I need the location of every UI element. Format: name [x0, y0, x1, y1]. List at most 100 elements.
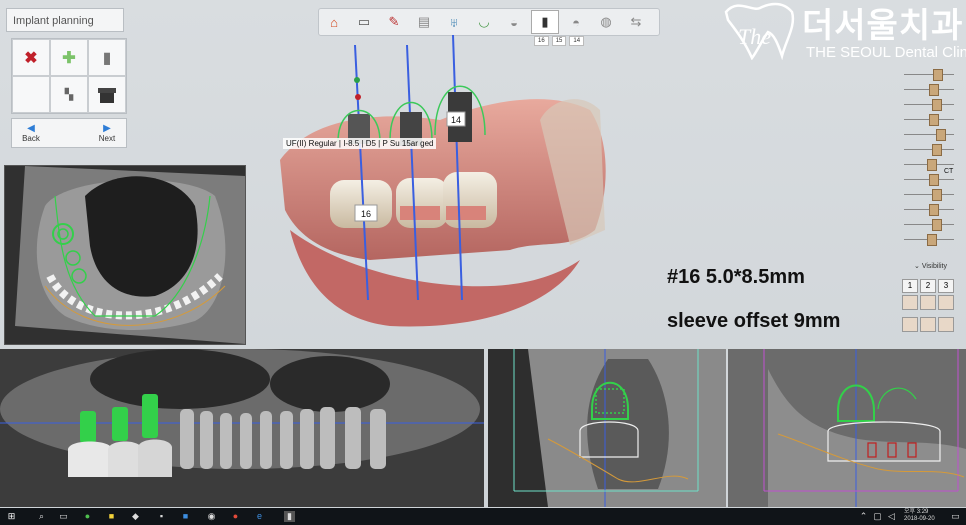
- layout-2-button[interactable]: 2: [920, 279, 936, 293]
- back-label: Back: [22, 133, 40, 143]
- axial-ct-view[interactable]: [4, 165, 246, 345]
- axial-ct-image: [15, 166, 245, 344]
- sleeve-14: [446, 206, 486, 220]
- slider-knob[interactable]: [927, 159, 937, 171]
- sleeve-tool-button[interactable]: [88, 76, 126, 113]
- empty-tool-cell: [12, 76, 50, 113]
- chrome-icon[interactable]: ●: [230, 511, 241, 522]
- layout-grid-icon[interactable]: [920, 295, 936, 310]
- cross-section-view-2[interactable]: [728, 349, 966, 507]
- visibility-label: ⌄ Visibility: [914, 262, 947, 270]
- implant-number-16: 16: [361, 209, 371, 219]
- slider-knob[interactable]: [931, 189, 942, 201]
- next-button[interactable]: ▶ Next: [88, 119, 126, 147]
- layout-1-button[interactable]: 1: [902, 279, 918, 293]
- slider-track: [904, 149, 954, 150]
- tooth-logo-icon: The: [724, 2, 795, 60]
- slider-track: [904, 134, 954, 135]
- back-button[interactable]: ◀ Back: [12, 119, 50, 147]
- cross-section-view-1[interactable]: [488, 349, 726, 507]
- slider-knob[interactable]: [931, 219, 942, 231]
- app-icon[interactable]: ◆: [130, 511, 141, 522]
- slider-track: [904, 224, 954, 225]
- slider-knob[interactable]: [931, 99, 942, 111]
- kakaotalk-icon[interactable]: ■: [106, 511, 117, 522]
- visibility-slider[interactable]: [898, 233, 960, 246]
- layout-grid-icon[interactable]: [902, 317, 918, 332]
- edge-icon[interactable]: e: [254, 511, 265, 522]
- system-tray-icon[interactable]: ⌃: [858, 511, 869, 522]
- windows-taskbar: ⊞ ⌕ ▭ ● ■ ◆ ▪ ■ ◉ ● e ▮ ⌃ ▢ ◁ 오후 3:29 20…: [0, 508, 966, 525]
- abutment-tool-button[interactable]: ▚: [50, 76, 88, 113]
- chevron-down-icon: ⌄: [914, 263, 920, 270]
- visibility-slider[interactable]: [898, 218, 960, 231]
- active-app-icon[interactable]: ▮: [284, 511, 295, 522]
- annotation-implant-size: #16 5.0*8.5mm: [667, 266, 805, 288]
- visibility-slider[interactable]: [898, 188, 960, 201]
- taskbar-clock[interactable]: 오후 3:29 2018-09-20: [904, 509, 935, 523]
- delete-button[interactable]: ✖: [12, 39, 50, 76]
- cross-section-image-1: [513, 349, 726, 507]
- sleeve-icon: [98, 87, 116, 103]
- visibility-slider[interactable]: [898, 83, 960, 96]
- annotation-sleeve-offset: sleeve offset 9mm: [667, 310, 841, 332]
- app-icon[interactable]: ▪: [156, 511, 167, 522]
- tool-grid: ✖ ✚ ▮ ▚: [11, 38, 127, 114]
- slider-knob[interactable]: [929, 114, 940, 126]
- crown-15: [396, 178, 448, 228]
- slider-knob[interactable]: [936, 129, 947, 141]
- taskbar-time: 오후 3:29: [904, 509, 929, 515]
- slider-knob[interactable]: [929, 84, 940, 96]
- slider-knob[interactable]: [931, 144, 942, 156]
- slider-knob[interactable]: [929, 174, 940, 186]
- slider-track: [904, 194, 954, 195]
- layout-grid-icon[interactable]: [938, 295, 954, 310]
- slider-knob[interactable]: [929, 204, 940, 216]
- clinic-logo: The 더서울치과 THE SEOUL Dental Clinic: [720, 0, 966, 64]
- next-label: Next: [98, 133, 116, 143]
- implant-planning-app: Implant planning ✖ ✚ ▮ ▚ ◀ Back ▶ Next ⌂…: [0, 0, 966, 508]
- visibility-text: Visibility: [921, 263, 947, 270]
- notification-icon[interactable]: ▭: [950, 511, 961, 522]
- task-view-icon[interactable]: ▭: [58, 511, 69, 522]
- windows-start-icon[interactable]: ⊞: [6, 511, 17, 522]
- axis-handle[interactable]: [355, 94, 361, 100]
- sleeve-15: [400, 206, 440, 220]
- visibility-slider[interactable]: [898, 143, 960, 156]
- layout-3-button[interactable]: 3: [938, 279, 954, 293]
- panoramic-view[interactable]: [0, 349, 484, 507]
- search-icon[interactable]: ⌕: [36, 511, 47, 522]
- messenger-icon[interactable]: ●: [82, 511, 93, 522]
- visibility-slider[interactable]: [898, 68, 960, 81]
- app-icon[interactable]: ■: [180, 511, 191, 522]
- logo-korean-text: 더서울치과: [802, 7, 964, 45]
- taskbar-date: 2018-09-20: [904, 516, 935, 522]
- implant-spec-label: UF(II) Regular | I-8.5 | D5 | P Su 15ar …: [283, 138, 437, 149]
- app-icon[interactable]: ◉: [206, 511, 217, 522]
- svg-text:The: The: [738, 24, 771, 49]
- cross-section-image-2: [728, 349, 966, 507]
- viewport-3d[interactable]: 16 14: [250, 30, 650, 330]
- layout-grid-icon[interactable]: [920, 317, 936, 332]
- slider-knob[interactable]: [932, 69, 943, 81]
- panoramic-image: [0, 349, 484, 507]
- visibility-slider[interactable]: [898, 203, 960, 216]
- visibility-slider[interactable]: [898, 113, 960, 126]
- layout-grid-icon[interactable]: [902, 295, 918, 310]
- visibility-slider[interactable]: [898, 128, 960, 141]
- slider-knob[interactable]: [927, 234, 937, 246]
- layout-buttons: 123: [901, 275, 955, 338]
- slider-track: [904, 104, 954, 105]
- implant-tool-button[interactable]: ▮: [88, 39, 126, 76]
- volume-icon[interactable]: ◁: [886, 511, 897, 522]
- implant-number-14: 14: [451, 115, 461, 125]
- layout-grid-icon[interactable]: [938, 317, 954, 332]
- add-implant-button[interactable]: ✚: [50, 39, 88, 76]
- axis-handle[interactable]: [354, 77, 360, 83]
- slider-track: [904, 74, 954, 75]
- panel-title: Implant planning: [6, 8, 124, 32]
- ct-label: CT: [944, 168, 954, 175]
- visibility-slider[interactable]: [898, 98, 960, 111]
- network-icon[interactable]: ▢: [872, 511, 883, 522]
